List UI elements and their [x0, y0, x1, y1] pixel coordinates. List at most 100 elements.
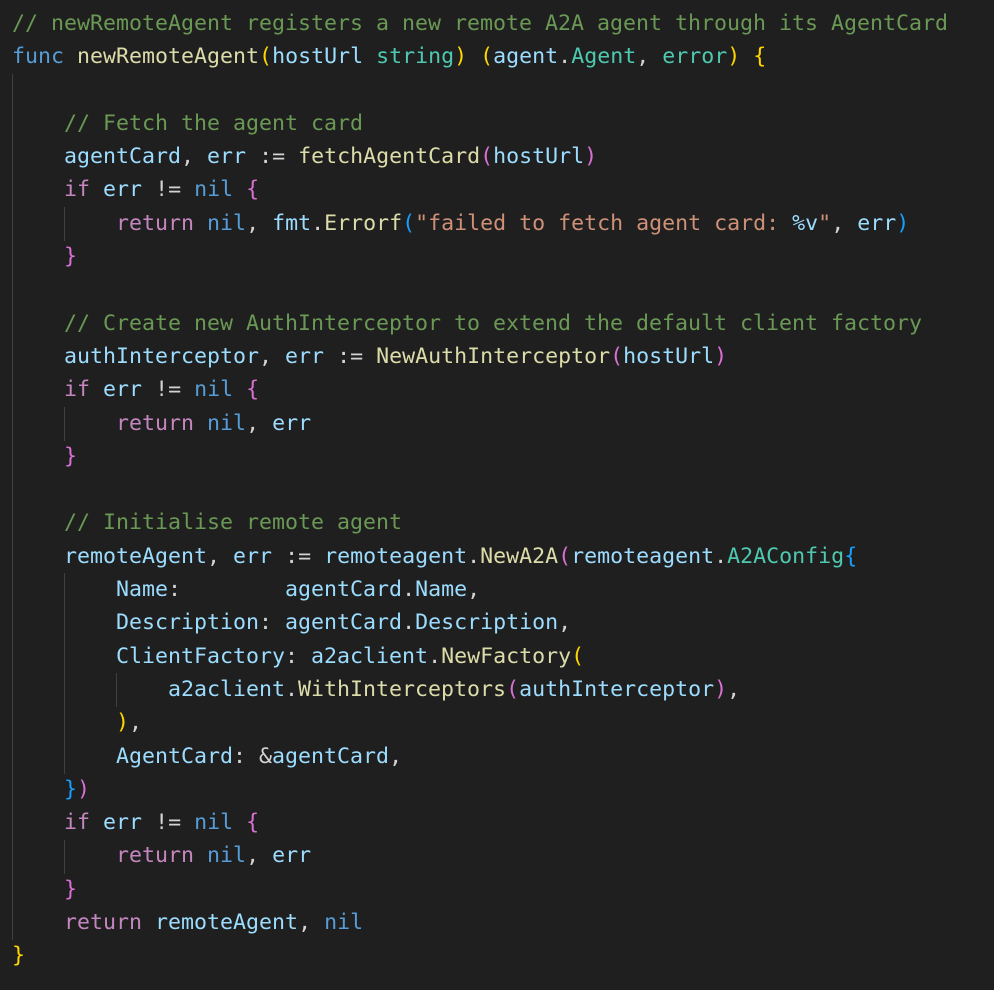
code-token-variable: hostUrl [272, 44, 364, 70]
code-token-variable: remoteAgent [64, 543, 208, 569]
code-line[interactable]: ClientFactory: a2aclient.NewFactory( [12, 640, 948, 673]
code-token-plain: , [259, 343, 286, 369]
code-token-plain: := [324, 343, 377, 369]
code-token-variable: agentCard [272, 743, 390, 769]
code-token-plain: , [246, 210, 273, 236]
code-token-type: Agent [571, 44, 637, 70]
code-token-bracket-purple: { [246, 177, 260, 203]
code-token-plain: . [467, 543, 481, 569]
code-line[interactable]: // Initialise remote agent [12, 506, 948, 539]
code-line[interactable]: ), [12, 706, 948, 739]
code-line[interactable]: } [12, 240, 948, 273]
code-token-bracket-purple: ( [558, 543, 572, 569]
code-token-plain: != [142, 810, 195, 836]
code-line[interactable]: } [12, 440, 948, 473]
code-line[interactable]: } [12, 939, 948, 972]
code-token-control: if [64, 377, 91, 403]
code-line[interactable]: a2aclient.WithInterceptors(authIntercept… [12, 673, 948, 706]
code-line[interactable]: if err != nil { [12, 173, 948, 206]
code-token-plain: , [389, 743, 403, 769]
code-token-bracket-purple: ) [714, 676, 728, 702]
code-token-plain: . [285, 676, 299, 702]
code-token-keyword: nil [207, 843, 247, 869]
code-token-keyword: nil [207, 210, 247, 236]
code-token-plain: . [402, 610, 416, 636]
code-token-bracket-purple: ( [480, 144, 494, 170]
code-token-plain: := [272, 543, 325, 569]
code-token-bracket-purple: ( [506, 676, 520, 702]
code-line[interactable]: agentCard, err := fetchAgentCard(hostUrl… [12, 140, 948, 173]
code-token-bracket-purple: { [246, 810, 260, 836]
code-token-variable: Description [116, 610, 260, 636]
code-line[interactable] [12, 74, 948, 107]
code-token-bracket-purple: { [246, 377, 260, 403]
code-line[interactable]: func newRemoteAgent(hostUrl string) (age… [12, 40, 948, 73]
code-line[interactable]: return remoteAgent, nil [12, 906, 948, 939]
code-token-plain: , [129, 710, 143, 736]
code-line[interactable] [12, 473, 948, 506]
source-code-block[interactable]: // newRemoteAgent registers a new remote… [12, 7, 948, 973]
code-token-bracket-purple: } [64, 876, 78, 902]
code-line[interactable]: } [12, 873, 948, 906]
code-token-bracket-purple: ) [584, 144, 598, 170]
code-token-bracket-blue: ( [402, 210, 416, 236]
code-token-comment: // Create new AuthInterceptor to extend … [64, 310, 923, 336]
code-token-variable: Name [415, 577, 468, 603]
code-token-bracket-purple: ( [610, 343, 624, 369]
code-token-format-specifier: %v [792, 210, 819, 236]
code-token-control: if [64, 177, 91, 203]
code-token-variable: a2aclient [168, 676, 286, 702]
code-line[interactable]: Description: agentCard.Description, [12, 606, 948, 639]
code-line[interactable]: return nil, err [12, 407, 948, 440]
code-line[interactable]: return nil, fmt.Errorf("failed to fetch … [12, 207, 948, 240]
code-token-plain: , [246, 410, 273, 436]
code-token-plain: : & [233, 743, 273, 769]
code-line[interactable]: if err != nil { [12, 373, 948, 406]
code-token-control: if [64, 810, 91, 836]
code-token-variable: Name [116, 577, 169, 603]
code-line[interactable]: // newRemoteAgent registers a new remote… [12, 7, 948, 40]
code-line[interactable]: AgentCard: &agentCard, [12, 740, 948, 773]
code-line[interactable]: // Fetch the agent card [12, 107, 948, 140]
code-token-type: A2AConfig [727, 543, 845, 569]
code-line[interactable]: authInterceptor, err := NewAuthIntercept… [12, 340, 948, 373]
code-token-variable: agent [493, 44, 559, 70]
code-token-bracket-gold: { [753, 44, 767, 70]
code-token-comment: // Fetch the agent card [64, 110, 364, 136]
code-token-plain: != [142, 377, 195, 403]
code-line[interactable]: remoteAgent, err := remoteagent.NewA2A(r… [12, 540, 948, 573]
code-token-plain: , [298, 910, 325, 936]
code-token-plain: , [636, 44, 663, 70]
code-token-keyword: nil [194, 377, 234, 403]
code-token-bracket-purple: ) [77, 776, 91, 802]
code-token-string: " [818, 210, 832, 236]
code-line[interactable]: if err != nil { [12, 806, 948, 839]
code-token-plain: , [207, 543, 234, 569]
code-line[interactable]: }) [12, 773, 948, 806]
code-token-keyword: nil [194, 177, 234, 203]
code-line[interactable]: Name: agentCard.Name, [12, 573, 948, 606]
code-line[interactable]: return nil, err [12, 839, 948, 872]
code-token-plain: != [142, 177, 195, 203]
code-line[interactable]: // Create new AuthInterceptor to extend … [12, 307, 948, 340]
code-token-variable: remoteAgent [155, 910, 299, 936]
code-line[interactable] [12, 273, 948, 306]
code-editor[interactable]: // newRemoteAgent registers a new remote… [0, 0, 994, 990]
